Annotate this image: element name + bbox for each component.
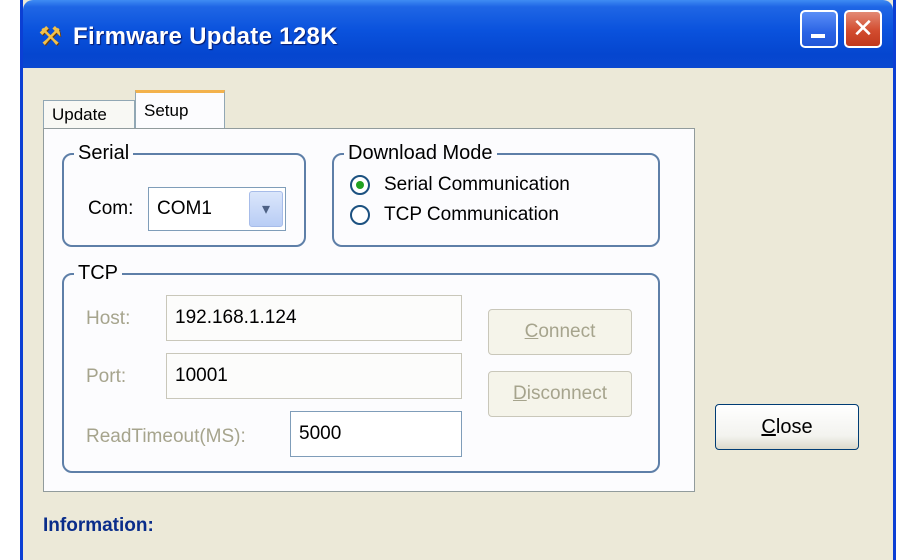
- disconnect-label: isconnect: [526, 383, 607, 404]
- host-field[interactable]: 192.168.1.124: [166, 295, 462, 341]
- close-mnemonic: C: [761, 416, 776, 438]
- tab-update[interactable]: Update: [43, 100, 135, 130]
- window-title: Firmware Update 128K: [73, 23, 338, 50]
- com-port-value: COM1: [157, 198, 212, 219]
- tab-setup[interactable]: Setup: [135, 90, 225, 130]
- setup-panel: Serial Com: COM1 ▾ Download Mode Serial …: [43, 128, 695, 492]
- host-label: Host:: [86, 308, 131, 329]
- port-field[interactable]: 10001: [166, 353, 462, 399]
- connect-label: onnect: [538, 321, 596, 342]
- connect-mnemonic: C: [524, 321, 539, 342]
- close-icon: ✕: [852, 14, 874, 44]
- close-label: lose: [775, 416, 813, 438]
- tcp-communication-label[interactable]: TCP Communication: [384, 203, 559, 227]
- tcp-group: TCP Host: 192.168.1.124 Port: 10001 Read…: [62, 261, 660, 473]
- title-bar[interactable]: ⚒ Firmware Update 128K ✕: [23, 0, 893, 68]
- minimize-button[interactable]: [800, 10, 838, 48]
- information-label: Information:: [43, 515, 154, 536]
- serial-group-title: Serial: [74, 141, 134, 165]
- chevron-down-icon[interactable]: ▾: [249, 191, 283, 227]
- radio-serial-communication[interactable]: [350, 175, 370, 195]
- wrench-icon: ⚒: [38, 22, 62, 52]
- read-timeout-field[interactable]: 5000: [290, 411, 462, 457]
- tcp-group-title: TCP: [74, 261, 122, 285]
- read-timeout-label: ReadTimeout(MS):: [86, 426, 246, 447]
- close-window-button[interactable]: ✕: [844, 10, 882, 48]
- com-port-select[interactable]: COM1 ▾: [148, 187, 286, 231]
- minimize-icon: [811, 34, 825, 38]
- radio-tcp-communication[interactable]: [350, 205, 370, 225]
- download-mode-group: Download Mode Serial Communication TCP C…: [332, 141, 660, 247]
- disconnect-mnemonic: D: [512, 383, 527, 404]
- connect-button[interactable]: Connect: [488, 309, 632, 355]
- close-button[interactable]: Close: [715, 404, 859, 450]
- com-label: Com:: [88, 198, 134, 219]
- download-mode-title: Download Mode: [344, 141, 497, 165]
- port-label: Port:: [86, 366, 127, 387]
- serial-communication-label[interactable]: Serial Communication: [384, 173, 570, 197]
- serial-group: Serial Com: COM1 ▾: [62, 141, 306, 247]
- firmware-update-window: ⚒ Firmware Update 128K ✕ Update Setup Se…: [20, 0, 896, 560]
- disconnect-button[interactable]: Disconnect: [488, 371, 632, 417]
- radio-selected-dot: [356, 181, 364, 189]
